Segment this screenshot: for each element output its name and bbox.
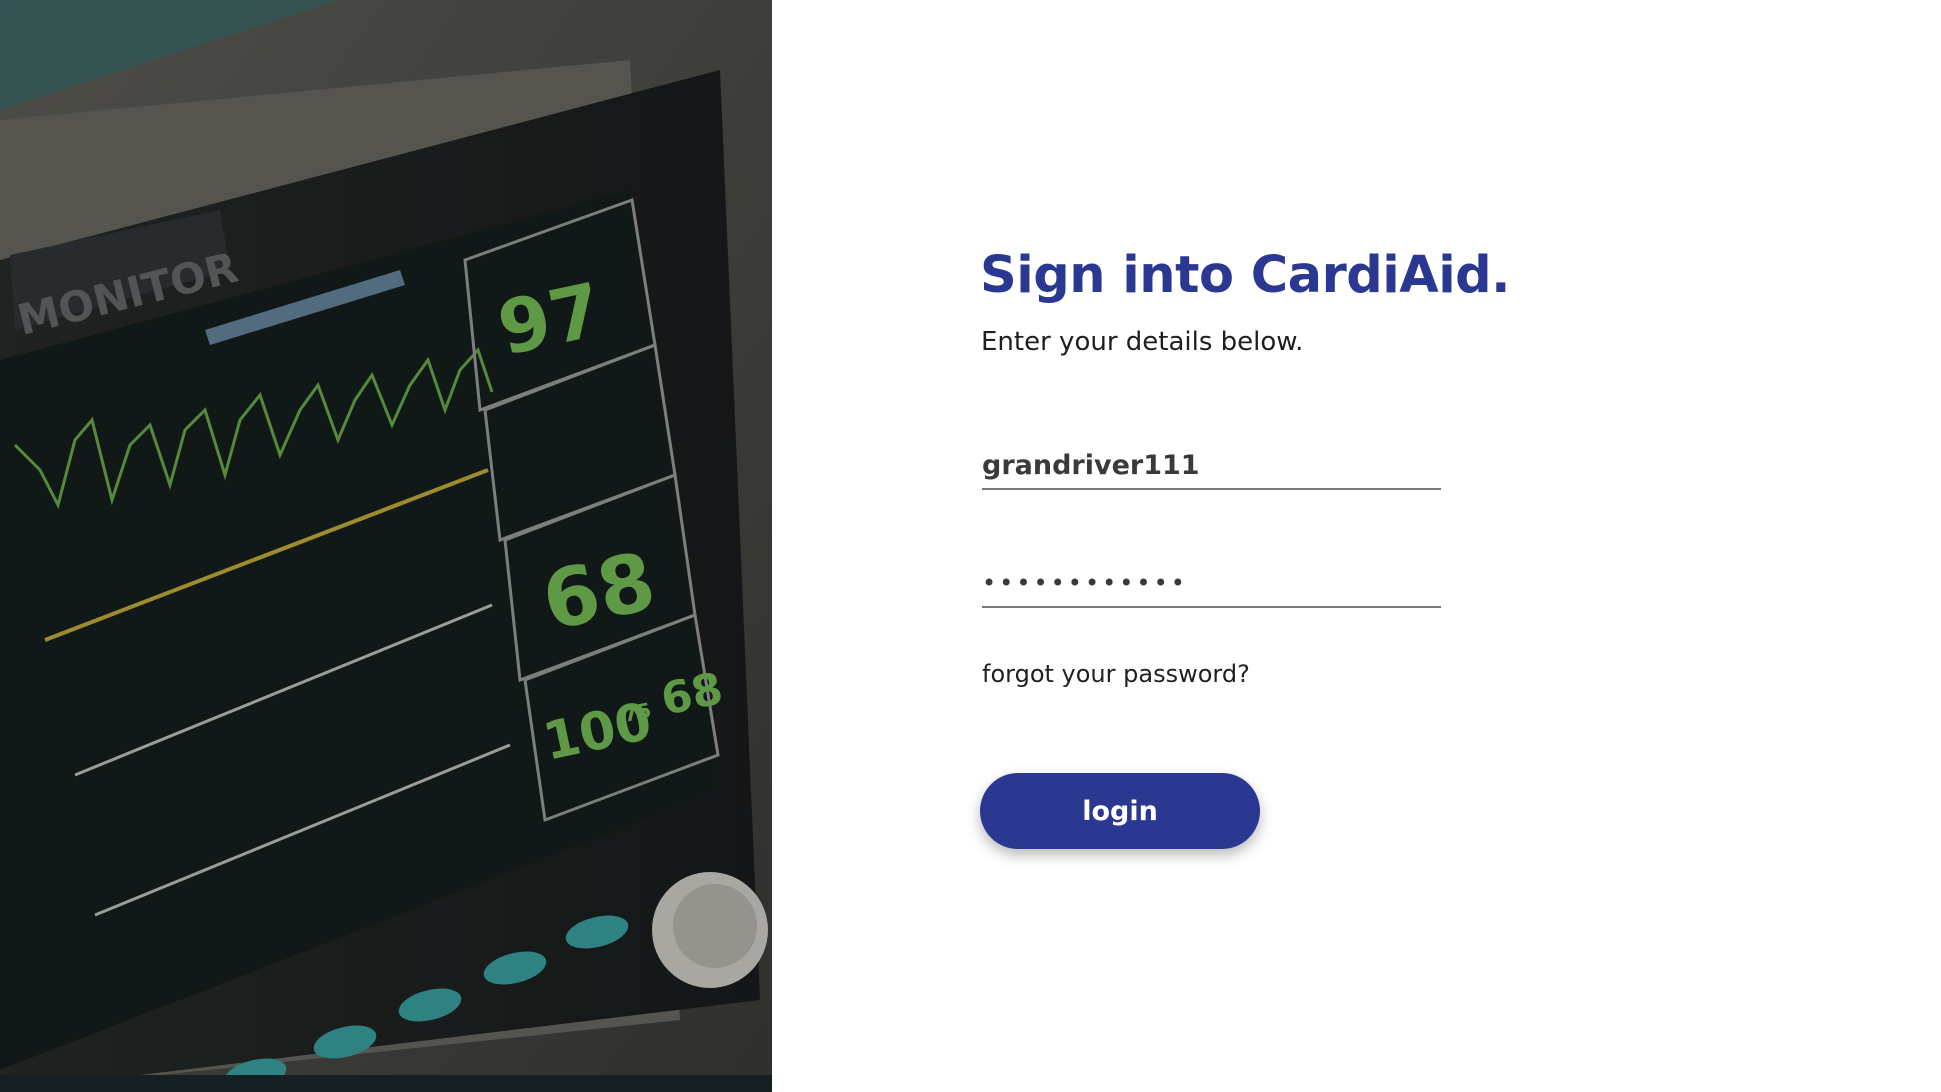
- login-button[interactable]: login: [980, 773, 1260, 849]
- login-form-panel: Sign into CardiAid. Enter your details b…: [772, 0, 1941, 1092]
- hero-image: MONITOR 97 68 100 75 68: [0, 0, 772, 1092]
- forgot-password-link[interactable]: forgot your password?: [982, 660, 1250, 688]
- page-subtitle: Enter your details below.: [981, 327, 1304, 357]
- username-field[interactable]: [982, 442, 1441, 490]
- password-field[interactable]: [982, 560, 1441, 608]
- login-page: MONITOR 97 68 100 75 68 Sign into CardiA…: [0, 0, 1941, 1092]
- patient-monitor-illustration: MONITOR 97 68 100 75 68: [0, 0, 772, 1092]
- page-title: Sign into CardiAid.: [980, 246, 1511, 305]
